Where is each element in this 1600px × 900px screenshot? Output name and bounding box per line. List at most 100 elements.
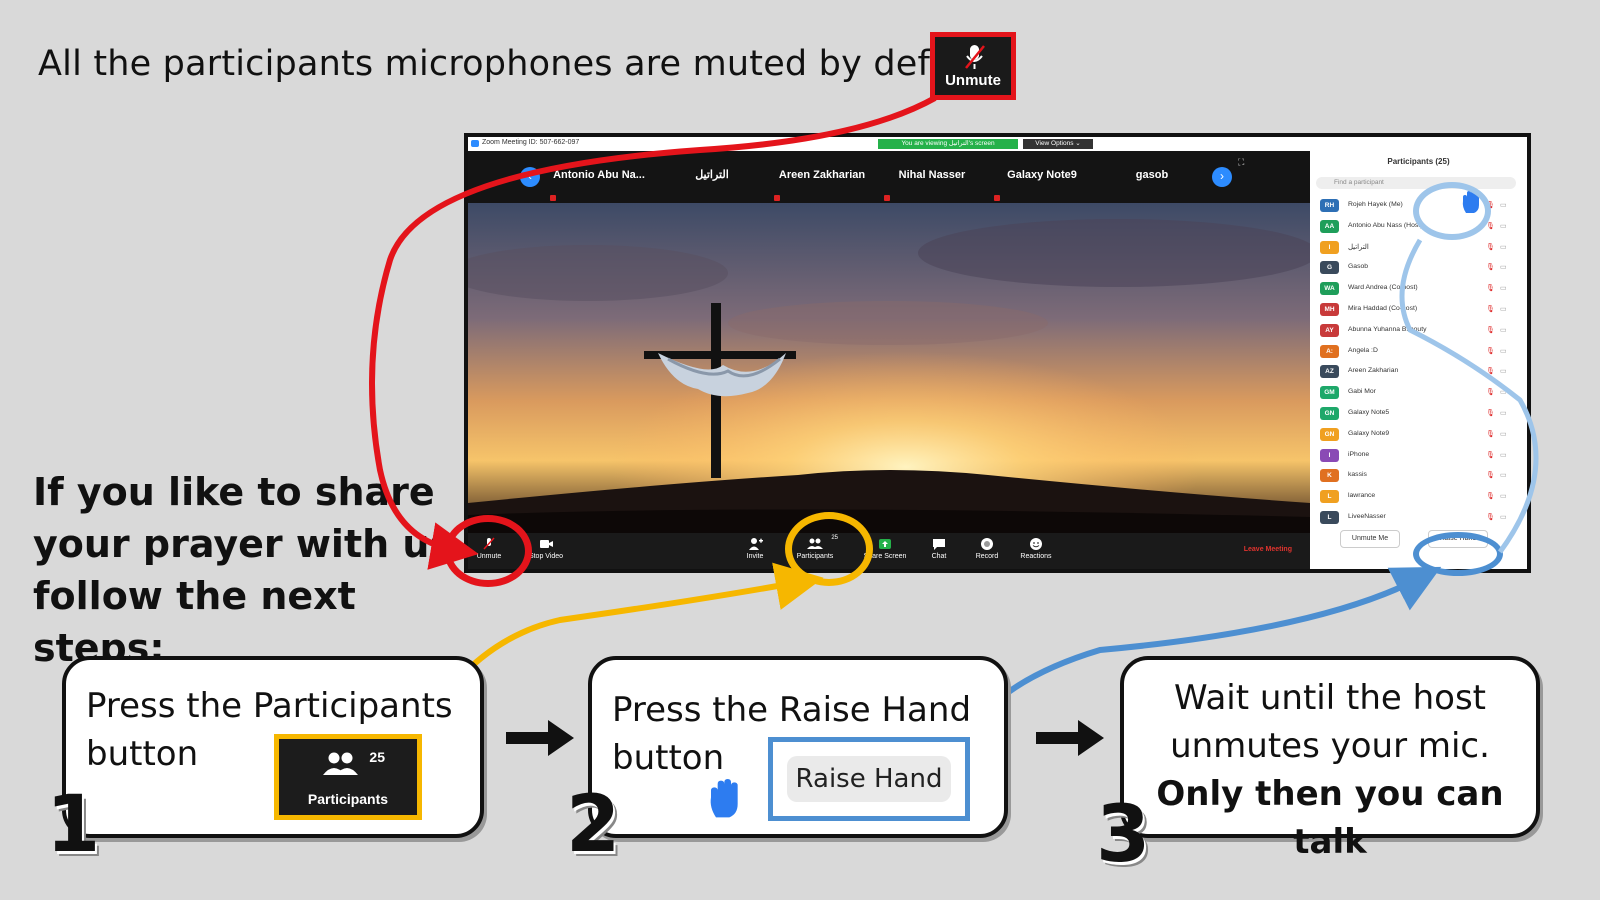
participant-name: Angela :D bbox=[1348, 346, 1378, 354]
step-3-line-3: Only then you can talk bbox=[1156, 774, 1504, 862]
next-page-icon[interactable]: › bbox=[1212, 167, 1232, 187]
muted-icon bbox=[994, 195, 1000, 201]
muted-mic-icon: 🎙 bbox=[1486, 243, 1495, 251]
camera-off-icon: ▭ bbox=[1500, 451, 1507, 459]
record-icon bbox=[981, 538, 993, 550]
toolbar-reactions-button[interactable]: Reactions bbox=[1016, 537, 1056, 560]
toolbar-record-button[interactable]: Record bbox=[972, 537, 1002, 560]
participant-name: Gasob bbox=[1348, 263, 1369, 271]
participant-row[interactable]: AZ Areen Zakharian 🎙 ▭ bbox=[1320, 363, 1520, 381]
muted-icon bbox=[884, 195, 890, 201]
muted-mic-icon: 🎙 bbox=[1486, 410, 1495, 417]
muted-mic-icon: 🎙 bbox=[1486, 306, 1495, 313]
participant-row[interactable]: G Gasob 🎙 ▭ bbox=[1320, 259, 1520, 277]
camera-off-icon: ▭ bbox=[1500, 430, 1507, 438]
participant-row[interactable]: L LiveeNasser 🎙 ▭ bbox=[1320, 509, 1520, 527]
participant-row[interactable]: Kkassis 🎙 ▭ bbox=[1320, 467, 1520, 485]
camera-off-icon: ▭ bbox=[1500, 264, 1507, 272]
name-tile[interactable]: Nihal Nasser bbox=[878, 151, 986, 203]
participants-icon bbox=[323, 752, 358, 775]
camera-off-icon: ▭ bbox=[1500, 243, 1507, 251]
participant-name: Mira Haddad (Co-host) bbox=[1348, 305, 1418, 312]
participant-row[interactable]: I التراتيل 🎙 ▭ bbox=[1320, 239, 1520, 257]
muted-mic-icon: 🎙 bbox=[1486, 264, 1495, 272]
prev-page-icon[interactable]: ‹ bbox=[520, 167, 540, 187]
camera-off-icon: ▭ bbox=[1500, 347, 1507, 355]
avatar: AY bbox=[1320, 323, 1339, 337]
raise-hand-callout: Raise Hand bbox=[768, 737, 970, 821]
share-screen-icon bbox=[879, 539, 891, 549]
share-line-2: your prayer with us bbox=[33, 522, 453, 566]
avatar: A: bbox=[1320, 344, 1339, 358]
muted-mic-icon: 🎙 bbox=[1486, 493, 1495, 501]
unmute-highlight-ring bbox=[444, 515, 532, 587]
participant-row[interactable]: AY Abunna Yuhanna Bshouty 🎙 ▭ bbox=[1320, 322, 1520, 340]
toolbar-reactions-label: Reactions bbox=[1020, 553, 1052, 560]
muted-mic-icon: 🎙 bbox=[1486, 347, 1495, 355]
participant-name: Galaxy Note9 bbox=[1348, 429, 1390, 437]
muted-mic-icon: 🎙 bbox=[1486, 368, 1495, 376]
muted-mic-icon: 🎙 bbox=[1486, 451, 1495, 459]
name-tile[interactable]: Antonio Abu Na... bbox=[544, 151, 654, 203]
meeting-toolbar: Unmute Stop Video Invite Participants 25… bbox=[468, 533, 1310, 569]
unmute-callout: Unmute bbox=[930, 32, 1016, 100]
participants-button-callout: 25 Participants bbox=[274, 734, 422, 820]
avatar: MH bbox=[1320, 303, 1339, 316]
share-instructions: If you like to share your prayer with us… bbox=[33, 466, 453, 674]
step-3-number: 3 bbox=[1096, 790, 1151, 880]
participant-row[interactable]: A: Angela :D 🎙 ▭ bbox=[1320, 343, 1520, 361]
participant-row[interactable]: IiPhone 🎙 ▭ bbox=[1320, 447, 1520, 465]
participant-row[interactable]: GN Galaxy Note9 🎙 ▭ bbox=[1320, 426, 1520, 444]
meeting-id: Zoom Meeting ID: 507-662-097 bbox=[482, 139, 580, 146]
participant-row[interactable]: WA Ward Andrea (Co-host) 🎙 ▭ bbox=[1320, 280, 1520, 298]
unmute-me-button[interactable]: Unmute Me bbox=[1340, 530, 1400, 548]
video-camera-icon bbox=[540, 540, 553, 548]
toolbar-chat-button[interactable]: Chat bbox=[926, 537, 952, 560]
participant-name: Rojeh Hayek (Me) bbox=[1348, 201, 1403, 208]
step-2-number: 2 bbox=[566, 780, 621, 870]
step-3-line-1: Wait until the host bbox=[1174, 678, 1486, 718]
top-caption: All the participants microphones are mut… bbox=[38, 44, 998, 84]
fullscreen-icon[interactable]: ⛶ bbox=[1238, 157, 1244, 168]
camera-off-icon: ▭ bbox=[1500, 326, 1507, 334]
name-tile[interactable]: gasob bbox=[1098, 151, 1206, 203]
participant-search-input[interactable]: Find a participant bbox=[1316, 177, 1516, 189]
zoom-window: Zoom Meeting ID: 507-662-097 You are vie… bbox=[464, 133, 1531, 573]
avatar: L bbox=[1320, 511, 1339, 524]
participant-name: LiveeNasser bbox=[1348, 513, 1386, 520]
panel-title: Participants (25) bbox=[1387, 157, 1450, 166]
avatar: AA bbox=[1320, 219, 1339, 233]
participant-name: Areen Zakharian bbox=[1348, 367, 1399, 375]
name-tile[interactable]: Areen Zakharian bbox=[768, 151, 876, 203]
participant-row[interactable]: MH Mira Haddad (Co-host) 🎙 ▭ bbox=[1320, 301, 1520, 319]
avatar: RH bbox=[1320, 199, 1339, 212]
participant-row[interactable]: GM Gabi Mor 🎙 ▭ bbox=[1320, 384, 1520, 402]
muted-mic-icon bbox=[965, 45, 985, 69]
tile-name: Nihal Nasser bbox=[898, 169, 966, 181]
name-tile[interactable]: التراتيل bbox=[658, 151, 766, 203]
leave-meeting-button[interactable]: Leave Meeting bbox=[1244, 546, 1292, 553]
arrow-right-icon bbox=[1036, 720, 1104, 756]
participants-highlight-ring bbox=[785, 512, 873, 586]
raise-hand-callout-label: Raise Hand bbox=[787, 756, 951, 802]
participant-row[interactable]: Llawrance 🎙 ▭ bbox=[1320, 488, 1520, 506]
participant-name: التراتيل bbox=[1348, 243, 1369, 251]
video-thumbnail-strip: ‹ Antonio Abu Na... التراتيل Areen Zakha… bbox=[468, 151, 1310, 203]
arrow-right-icon bbox=[506, 720, 574, 756]
toolbar-invite-button[interactable]: Invite bbox=[740, 537, 770, 560]
name-tile[interactable]: Galaxy Note9 bbox=[988, 151, 1096, 203]
tile-name: التراتيل bbox=[695, 169, 729, 181]
participant-row[interactable]: GN Galaxy Note5 🎙 ▭ bbox=[1320, 405, 1520, 423]
add-person-icon bbox=[749, 538, 763, 550]
raise-hand-highlight-ring bbox=[1413, 532, 1503, 576]
chat-icon bbox=[933, 539, 945, 550]
camera-off-icon: ▭ bbox=[1500, 222, 1507, 230]
tile-name: Areen Zakharian bbox=[778, 169, 866, 181]
participant-name: Antonio Abu Nass (Host) bbox=[1348, 221, 1423, 229]
tile-name: Galaxy Note9 bbox=[1007, 169, 1077, 181]
view-options-button[interactable]: View Options ⌄ bbox=[1023, 139, 1093, 149]
zoom-logo-icon bbox=[471, 140, 479, 147]
camera-off-icon: ▭ bbox=[1500, 368, 1507, 376]
avatar: I bbox=[1320, 448, 1339, 462]
muted-mic-icon: 🎙 bbox=[1486, 430, 1495, 438]
